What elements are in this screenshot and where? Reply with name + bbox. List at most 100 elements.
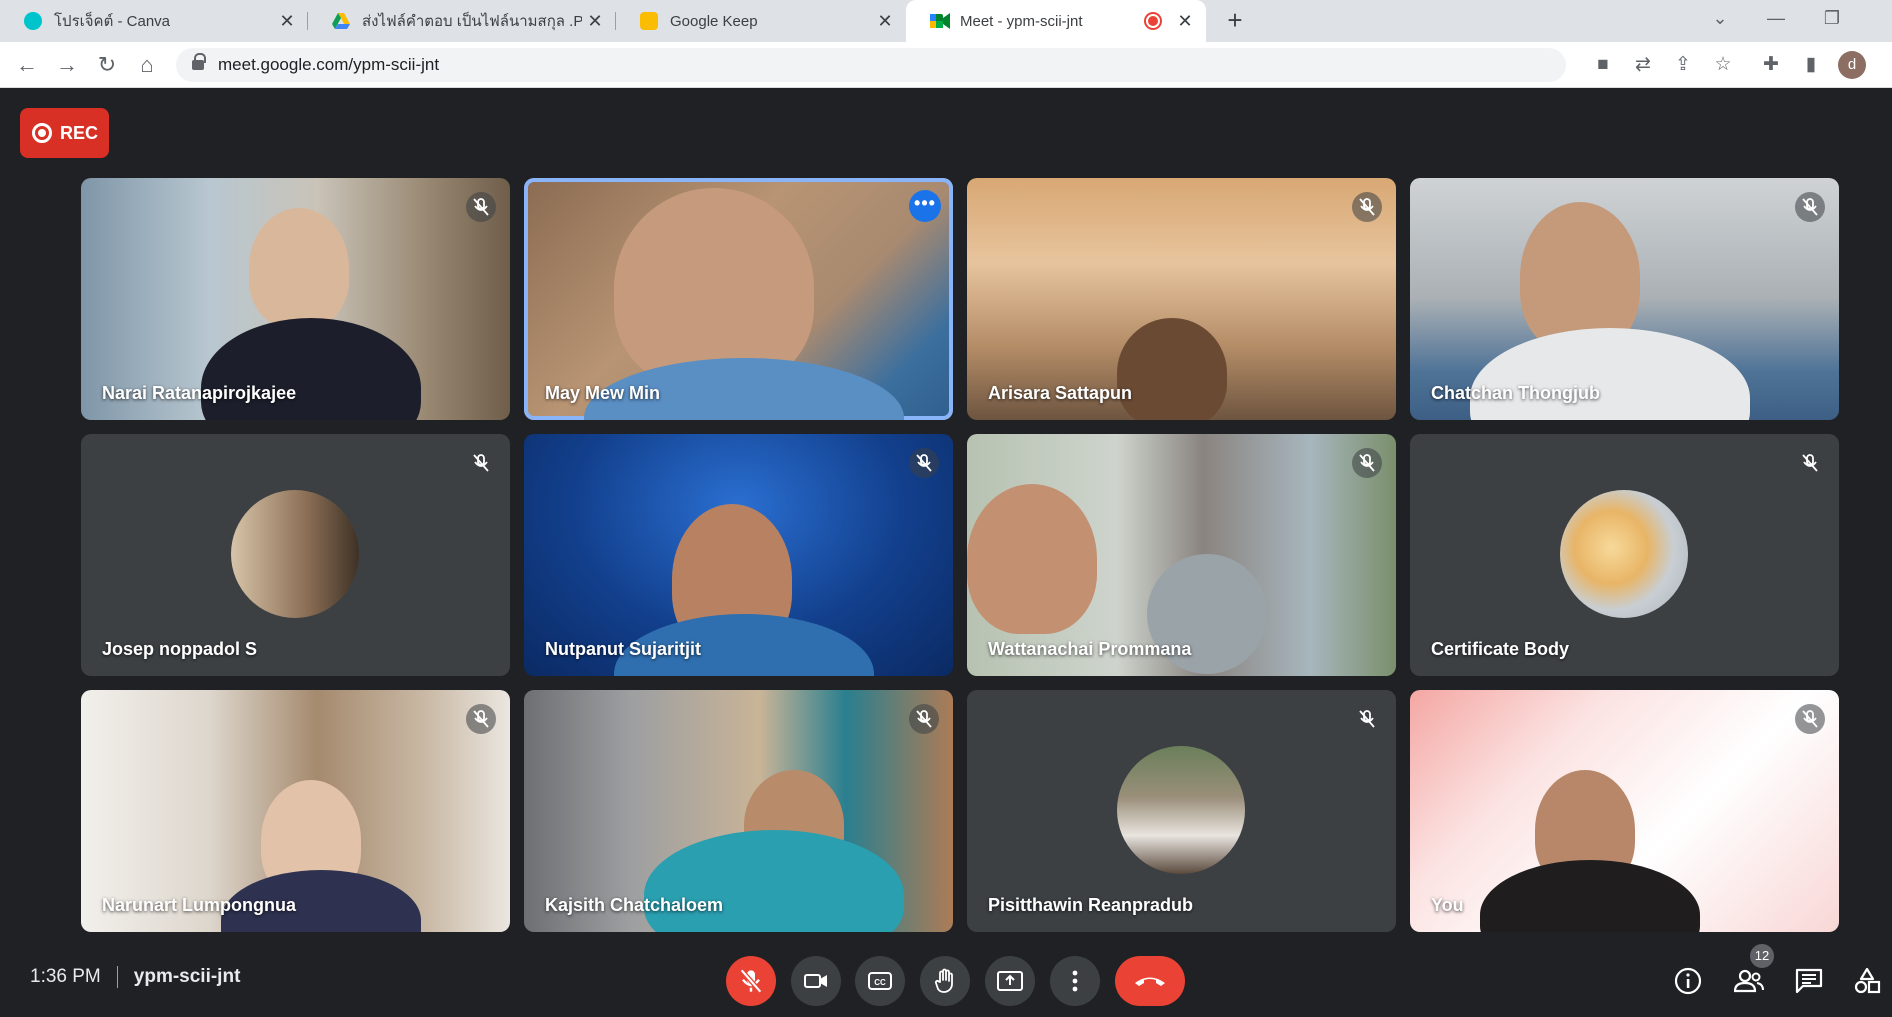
- participant-tile[interactable]: Josep noppadol S: [81, 434, 510, 676]
- more-options-button[interactable]: [1050, 956, 1100, 1006]
- participant-name: Josep noppadol S: [102, 639, 258, 659]
- reload-icon[interactable]: ↻: [92, 50, 122, 80]
- muted-mic-icon: [1352, 448, 1382, 478]
- participant-name: Certificate Body: [1431, 639, 1570, 659]
- close-icon[interactable]: ✕: [1172, 11, 1198, 32]
- google-meet-icon: [930, 12, 950, 30]
- recording-badge[interactable]: REC: [20, 108, 109, 158]
- side-panel-icon[interactable]: ▮: [1798, 52, 1824, 78]
- tab-canva[interactable]: โปรเจ็คต์ - Canva ✕: [0, 0, 308, 42]
- present-screen-icon: [997, 971, 1023, 991]
- muted-mic-icon: [466, 704, 496, 734]
- participant-tile-self[interactable]: You: [1410, 690, 1839, 932]
- participant-video: [1117, 318, 1227, 420]
- divider: [116, 966, 118, 988]
- camera-toggle-button[interactable]: [791, 956, 841, 1006]
- tab-google-meet[interactable]: Meet - ypm-scii-jnt ✕: [906, 0, 1206, 42]
- hand-icon: [934, 968, 953, 993]
- hang-up-icon: [1135, 977, 1165, 986]
- muted-mic-icon: [1795, 704, 1825, 734]
- raise-hand-button[interactable]: [920, 956, 970, 1006]
- participant-name: Kajsith Chatchaloem: [545, 895, 724, 915]
- bookmark-star-icon[interactable]: ☆: [1710, 52, 1736, 78]
- browser-toolbar: ← → ↻ ⌂ meet.google.com/ypm-scii-jnt ■ ⇄…: [0, 42, 1892, 88]
- participant-name: May Mew Min: [545, 383, 661, 403]
- captions-button[interactable]: CC: [855, 956, 905, 1006]
- people-button[interactable]: [1732, 964, 1766, 998]
- participant-tile[interactable]: Narai Ratanapirojkajee: [81, 178, 510, 420]
- participant-tile[interactable]: Kajsith Chatchaloem: [524, 690, 953, 932]
- new-tab-button[interactable]: +: [1220, 6, 1250, 36]
- muted-mic-icon: [466, 448, 496, 478]
- home-icon[interactable]: ⌂: [132, 50, 162, 80]
- activities-button[interactable]: [1850, 964, 1884, 998]
- participant-video: [249, 208, 349, 328]
- tab-google-keep[interactable]: Google Keep ✕: [616, 0, 906, 42]
- muted-mic-icon: [466, 192, 496, 222]
- participant-count-badge: 12: [1750, 944, 1774, 968]
- participant-name: Nutpanut Sujaritjit: [545, 639, 701, 659]
- muted-mic-icon: [1352, 704, 1382, 734]
- recording-indicator-icon: [1146, 14, 1160, 28]
- participant-body: [1480, 860, 1700, 932]
- close-icon[interactable]: ✕: [582, 11, 608, 32]
- rec-label: REC: [60, 122, 99, 143]
- tab-title: ส่งไฟล์คำตอบ เป็นไฟล์นามสกุล .PDF: [362, 13, 582, 30]
- video-camera-icon: [804, 974, 827, 988]
- back-icon[interactable]: ←: [12, 50, 42, 80]
- participant-tile[interactable]: Chatchan Thongjub: [1410, 178, 1839, 420]
- minimize-icon[interactable]: —: [1756, 8, 1796, 29]
- participant-body: [644, 830, 904, 932]
- activities-icon: [1854, 967, 1881, 994]
- more-vert-icon: [1072, 970, 1078, 992]
- participant-name: Chatchan Thongjub: [1431, 383, 1600, 403]
- participant-tile-active-speaker[interactable]: ••• May Mew Min: [524, 178, 953, 420]
- participant-name: Pisitthawin Reanpradub: [988, 895, 1194, 915]
- present-screen-button[interactable]: [985, 956, 1035, 1006]
- google-keep-icon: [640, 12, 658, 30]
- share-icon[interactable]: ⇪: [1670, 52, 1696, 78]
- participant-name: Wattanachai Prommana: [988, 639, 1192, 659]
- muted-mic-icon: [1352, 192, 1382, 222]
- tab-google-drive[interactable]: ส่งไฟล์คำตอบ เป็นไฟล์นามสกุล .PDF ✕: [308, 0, 616, 42]
- close-icon[interactable]: ✕: [274, 11, 300, 32]
- meeting-info: 1:36 PM ypm-scii-jnt: [30, 966, 240, 988]
- record-icon: [32, 123, 52, 143]
- chat-icon: [1795, 968, 1823, 994]
- participant-tile[interactable]: Certificate Body: [1410, 434, 1839, 676]
- camera-in-use-icon[interactable]: ■: [1590, 52, 1616, 78]
- canva-icon: [24, 12, 42, 30]
- muted-mic-icon: [1795, 448, 1825, 478]
- forward-icon[interactable]: →: [52, 50, 82, 80]
- tab-title: โปรเจ็คต์ - Canva: [54, 13, 171, 30]
- muted-mic-icon: [1795, 192, 1825, 222]
- meeting-details-button[interactable]: [1671, 964, 1705, 998]
- participant-body: [201, 318, 421, 420]
- microphone-toggle-button[interactable]: [726, 956, 776, 1006]
- translate-icon[interactable]: ⇄: [1630, 52, 1656, 78]
- participant-name: Arisara Sattapun: [988, 383, 1133, 403]
- address-bar[interactable]: meet.google.com/ypm-scii-jnt: [176, 48, 1566, 82]
- participant-avatar: [231, 490, 359, 618]
- participant-avatar: [1117, 746, 1245, 874]
- participant-tile[interactable]: Wattanachai Prommana: [967, 434, 1396, 676]
- tab-search-icon[interactable]: ⌄: [1700, 8, 1740, 29]
- participant-avatar: [1560, 490, 1688, 618]
- participant-tile[interactable]: Nutpanut Sujaritjit: [524, 434, 953, 676]
- participant-video: [967, 484, 1097, 634]
- profile-avatar[interactable]: d: [1838, 51, 1866, 79]
- participant-tile[interactable]: Narunart Lumpongnua: [81, 690, 510, 932]
- maximize-icon[interactable]: ❐: [1812, 8, 1852, 29]
- more-options-icon[interactable]: •••: [909, 190, 941, 222]
- chat-button[interactable]: [1792, 964, 1826, 998]
- participant-name: Narai Ratanapirojkajee: [102, 383, 297, 403]
- participant-tile[interactable]: Pisitthawin Reanpradub: [967, 690, 1396, 932]
- muted-mic-icon: [909, 448, 939, 478]
- closed-captions-icon: CC: [868, 972, 892, 990]
- google-drive-icon: [332, 12, 350, 30]
- close-icon[interactable]: ✕: [872, 11, 898, 32]
- leave-call-button[interactable]: [1115, 956, 1185, 1006]
- clock: 1:36 PM: [30, 966, 101, 987]
- participant-tile[interactable]: Arisara Sattapun: [967, 178, 1396, 420]
- extensions-icon[interactable]: ✚: [1758, 52, 1784, 78]
